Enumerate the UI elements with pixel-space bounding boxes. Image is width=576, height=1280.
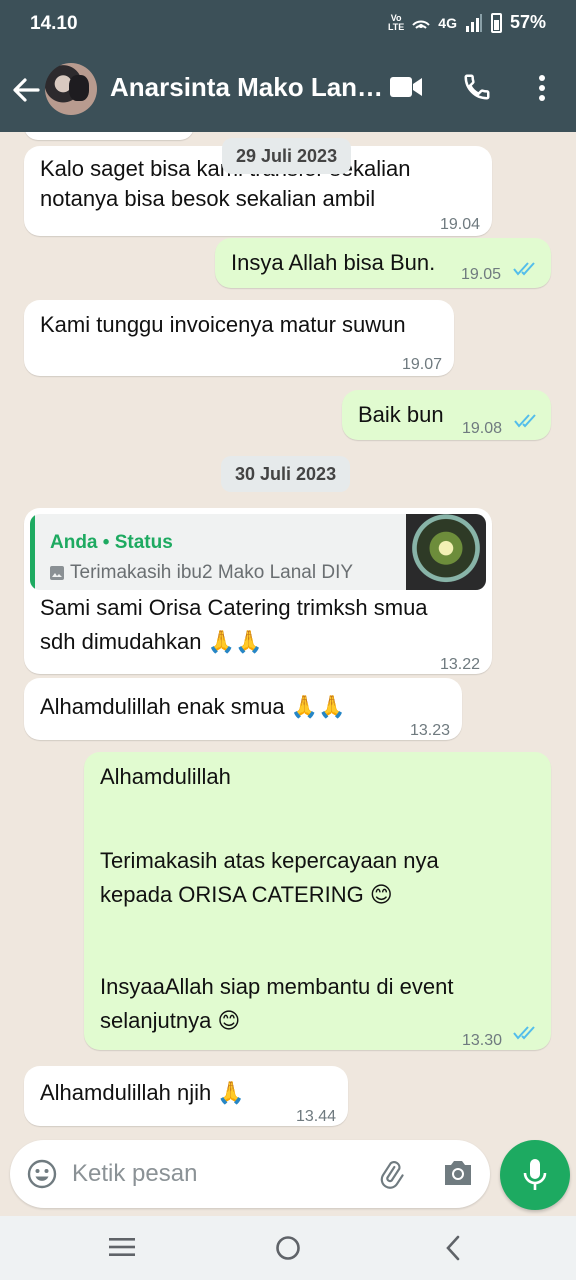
message-bubble-incoming[interactable]: Kami tunggu invoicenya matur suwun 19.07: [24, 300, 454, 376]
volte-icon: Vo LTE: [387, 12, 405, 32]
message-text-line: Alhamdulillah enak smua 🙏🙏: [40, 694, 346, 719]
message-bubble-partial: [24, 132, 194, 140]
message-bubble-incoming[interactable]: Alhamdulillah njih 🙏 13.44: [24, 1066, 348, 1126]
home-icon[interactable]: [275, 1235, 301, 1261]
double-check-icon: [514, 414, 536, 428]
message-text-line: Insya Allah bisa Bun.: [231, 250, 436, 275]
image-icon: [50, 566, 64, 580]
message-time: 13.44: [295, 1108, 336, 1125]
message-time: 13.30: [462, 1032, 503, 1049]
message-text-line: Sami sami Orisa Catering trimksh smua: [40, 595, 428, 620]
mic-button[interactable]: [500, 1140, 570, 1210]
chat-header: Anarsinta Mako Lan…: [0, 48, 576, 132]
top-bar: 14.10 Vo LTE 4G 57% Anarsinta Mako Lan…: [0, 0, 576, 132]
message-input[interactable]: [72, 1154, 362, 1194]
nav-back-icon[interactable]: [443, 1234, 463, 1262]
message-time: 13.22: [439, 656, 480, 673]
camera-icon[interactable]: [442, 1158, 474, 1188]
quote-accent-bar: [30, 514, 35, 590]
signal-icon: [465, 13, 482, 32]
message-text-line: Terimakasih atas kepercayaan nya: [100, 848, 439, 873]
message-text-line: InsyaaAllah siap membantu di event: [100, 974, 454, 999]
back-arrow-icon[interactable]: [10, 70, 42, 110]
message-time: 13.23: [409, 722, 450, 739]
phone-icon[interactable]: [462, 72, 492, 102]
message-bubble-outgoing[interactable]: Baik bun 19.08: [342, 390, 551, 440]
message-text-line: kepada ORISA CATERING 😊: [100, 882, 393, 907]
message-bubble-incoming[interactable]: Alhamdulillah enak smua 🙏🙏 13.23: [24, 678, 462, 740]
message-text-line: Baik bun: [358, 402, 444, 427]
date-divider: 30 Juli 2023: [221, 456, 351, 492]
message-text-line: notanya bisa besok sekalian ambil: [40, 186, 376, 211]
message-time: 19.08: [462, 420, 503, 437]
recents-icon[interactable]: [108, 1236, 136, 1258]
message-composer: [10, 1140, 490, 1208]
message-bubble-outgoing[interactable]: Insya Allah bisa Bun. 19.05: [215, 238, 551, 288]
quote-body-text: Terimakasih ibu2 Mako Lanal DIY: [70, 562, 354, 583]
quote-body: Terimakasih ibu2 Mako Lanal DIY: [50, 556, 353, 590]
contact-name[interactable]: Anarsinta Mako Lan…: [110, 72, 383, 103]
message-bubble-incoming[interactable]: Anda • Status Terimakasih ibu2 Mako Lana…: [24, 508, 492, 674]
date-divider: 29 Juli 2023: [222, 138, 352, 174]
contact-avatar[interactable]: [45, 63, 97, 115]
status-thumbnail: [406, 514, 486, 590]
double-check-icon: [513, 262, 535, 276]
system-nav-bar: [0, 1216, 576, 1280]
message-text-line: Kami tunggu invoicenya matur suwun: [40, 312, 406, 337]
mic-icon: [523, 1159, 547, 1190]
video-call-icon[interactable]: [390, 76, 422, 98]
message-time: 19.05: [461, 266, 502, 283]
message-text-line: sdh dimudahkan 🙏🙏: [40, 629, 263, 654]
quote-title: Anda • Status: [50, 532, 173, 553]
status-icons: Vo LTE 4G 57%: [388, 12, 546, 33]
message-text-line: Alhamdulillah njih 🙏: [40, 1080, 245, 1105]
message-bubble-outgoing[interactable]: Alhamdulillah Terimakasih atas kepercaya…: [84, 752, 551, 1050]
more-vert-icon[interactable]: [532, 70, 552, 106]
chat-area[interactable]: Kalo saget bisa kami transfer sekalian n…: [0, 132, 576, 1140]
message-time: 19.07: [401, 356, 442, 373]
emoji-icon[interactable]: [26, 1158, 58, 1190]
hotspot-icon: [412, 20, 431, 29]
attach-icon[interactable]: [375, 1158, 407, 1190]
message-text-line: Alhamdulillah: [100, 764, 231, 789]
network-label: 4G: [438, 14, 457, 31]
status-bar: 14.10 Vo LTE 4G 57%: [0, 0, 576, 48]
battery-icon: [490, 12, 502, 33]
message-time: 19.04: [439, 216, 480, 233]
status-time: 14.10: [30, 13, 78, 34]
battery-percent: 57%: [509, 12, 546, 32]
double-check-icon: [513, 1026, 535, 1040]
message-text-line: selanjutnya 😊: [100, 1008, 241, 1033]
status-reply-quote[interactable]: Anda • Status Terimakasih ibu2 Mako Lana…: [30, 514, 486, 590]
